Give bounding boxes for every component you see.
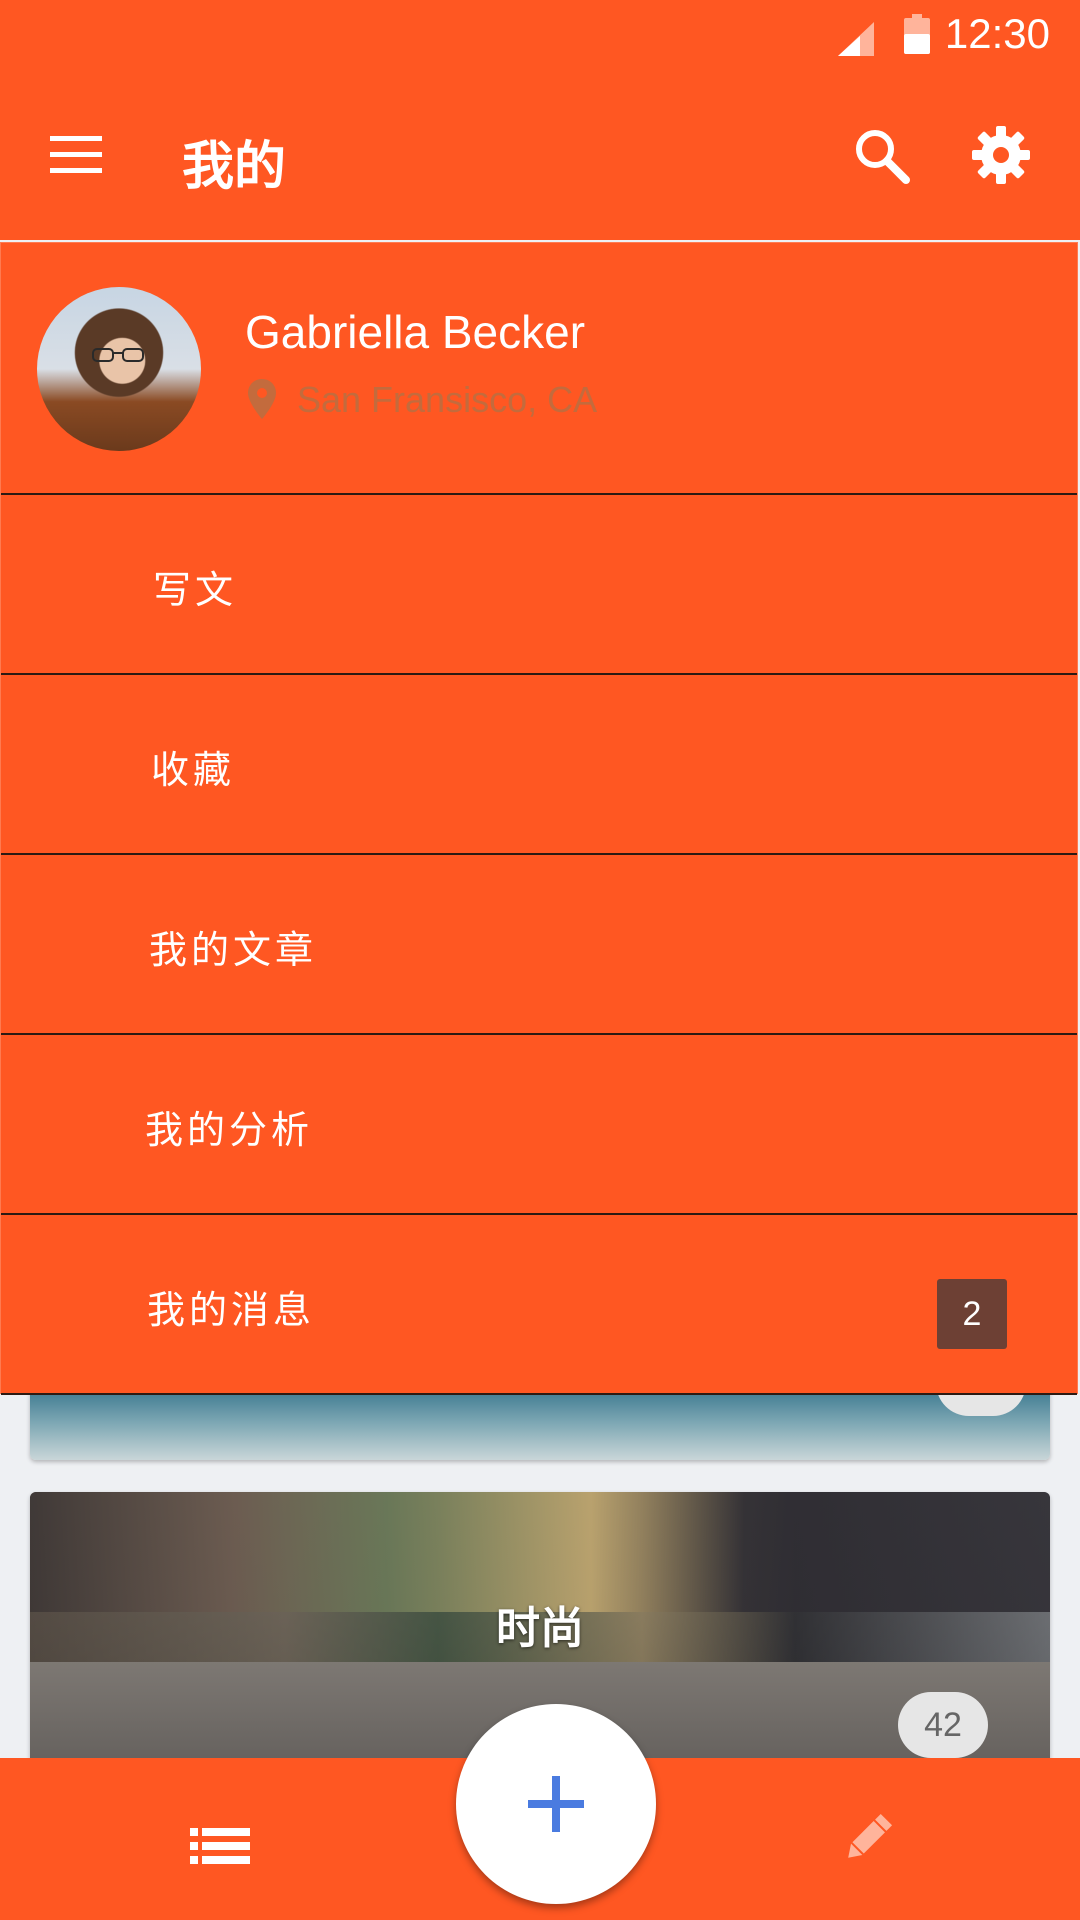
menu-item-my-messages[interactable]: 我的消息 2 <box>1 1215 1077 1395</box>
menu-item-label: 收藏 <box>151 748 236 792</box>
page-title: 我的 <box>182 137 287 197</box>
add-button[interactable] <box>456 1704 656 1904</box>
count-badge: 42 <box>898 1692 988 1758</box>
message-count-badge: 2 <box>937 1279 1007 1349</box>
list-icon[interactable] <box>190 1828 250 1864</box>
battery-icon <box>904 14 930 54</box>
status-time: 12:30 <box>944 10 1050 57</box>
profile-name: Gabriella Becker <box>245 306 586 358</box>
menu-item-write[interactable]: 写文 <box>1 495 1077 675</box>
profile-location: San Fransisco, CA <box>297 379 598 420</box>
glasses-detail <box>92 348 144 362</box>
signal-icon <box>838 22 874 56</box>
search-icon[interactable] <box>852 126 910 184</box>
profile-header[interactable]: Gabriella Becker San Fransisco, CA <box>1 243 1077 495</box>
status-bar: 12:30 <box>0 0 1080 72</box>
menu-item-label: 我的文章 <box>149 928 318 972</box>
profile-menu: Gabriella Becker San Fransisco, CA 写文 收藏… <box>0 242 1078 1395</box>
menu-icon[interactable] <box>48 132 104 176</box>
menu-item-label: 写文 <box>153 568 238 612</box>
menu-item-label: 我的分析 <box>145 1108 314 1152</box>
menu-item-favorites[interactable]: 收藏 <box>1 675 1077 855</box>
avatar[interactable] <box>37 287 201 451</box>
plus-icon <box>528 1776 584 1832</box>
card-title: 时尚 <box>496 1603 584 1654</box>
location-pin-icon <box>248 379 276 419</box>
app-bar: 我的 <box>0 72 1080 240</box>
menu-item-my-articles[interactable]: 我的文章 <box>1 855 1077 1035</box>
pencil-icon[interactable] <box>840 1810 896 1866</box>
menu-item-my-analytics[interactable]: 我的分析 <box>1 1035 1077 1215</box>
gear-icon[interactable] <box>970 124 1032 186</box>
menu-item-label: 我的消息 <box>147 1288 316 1332</box>
